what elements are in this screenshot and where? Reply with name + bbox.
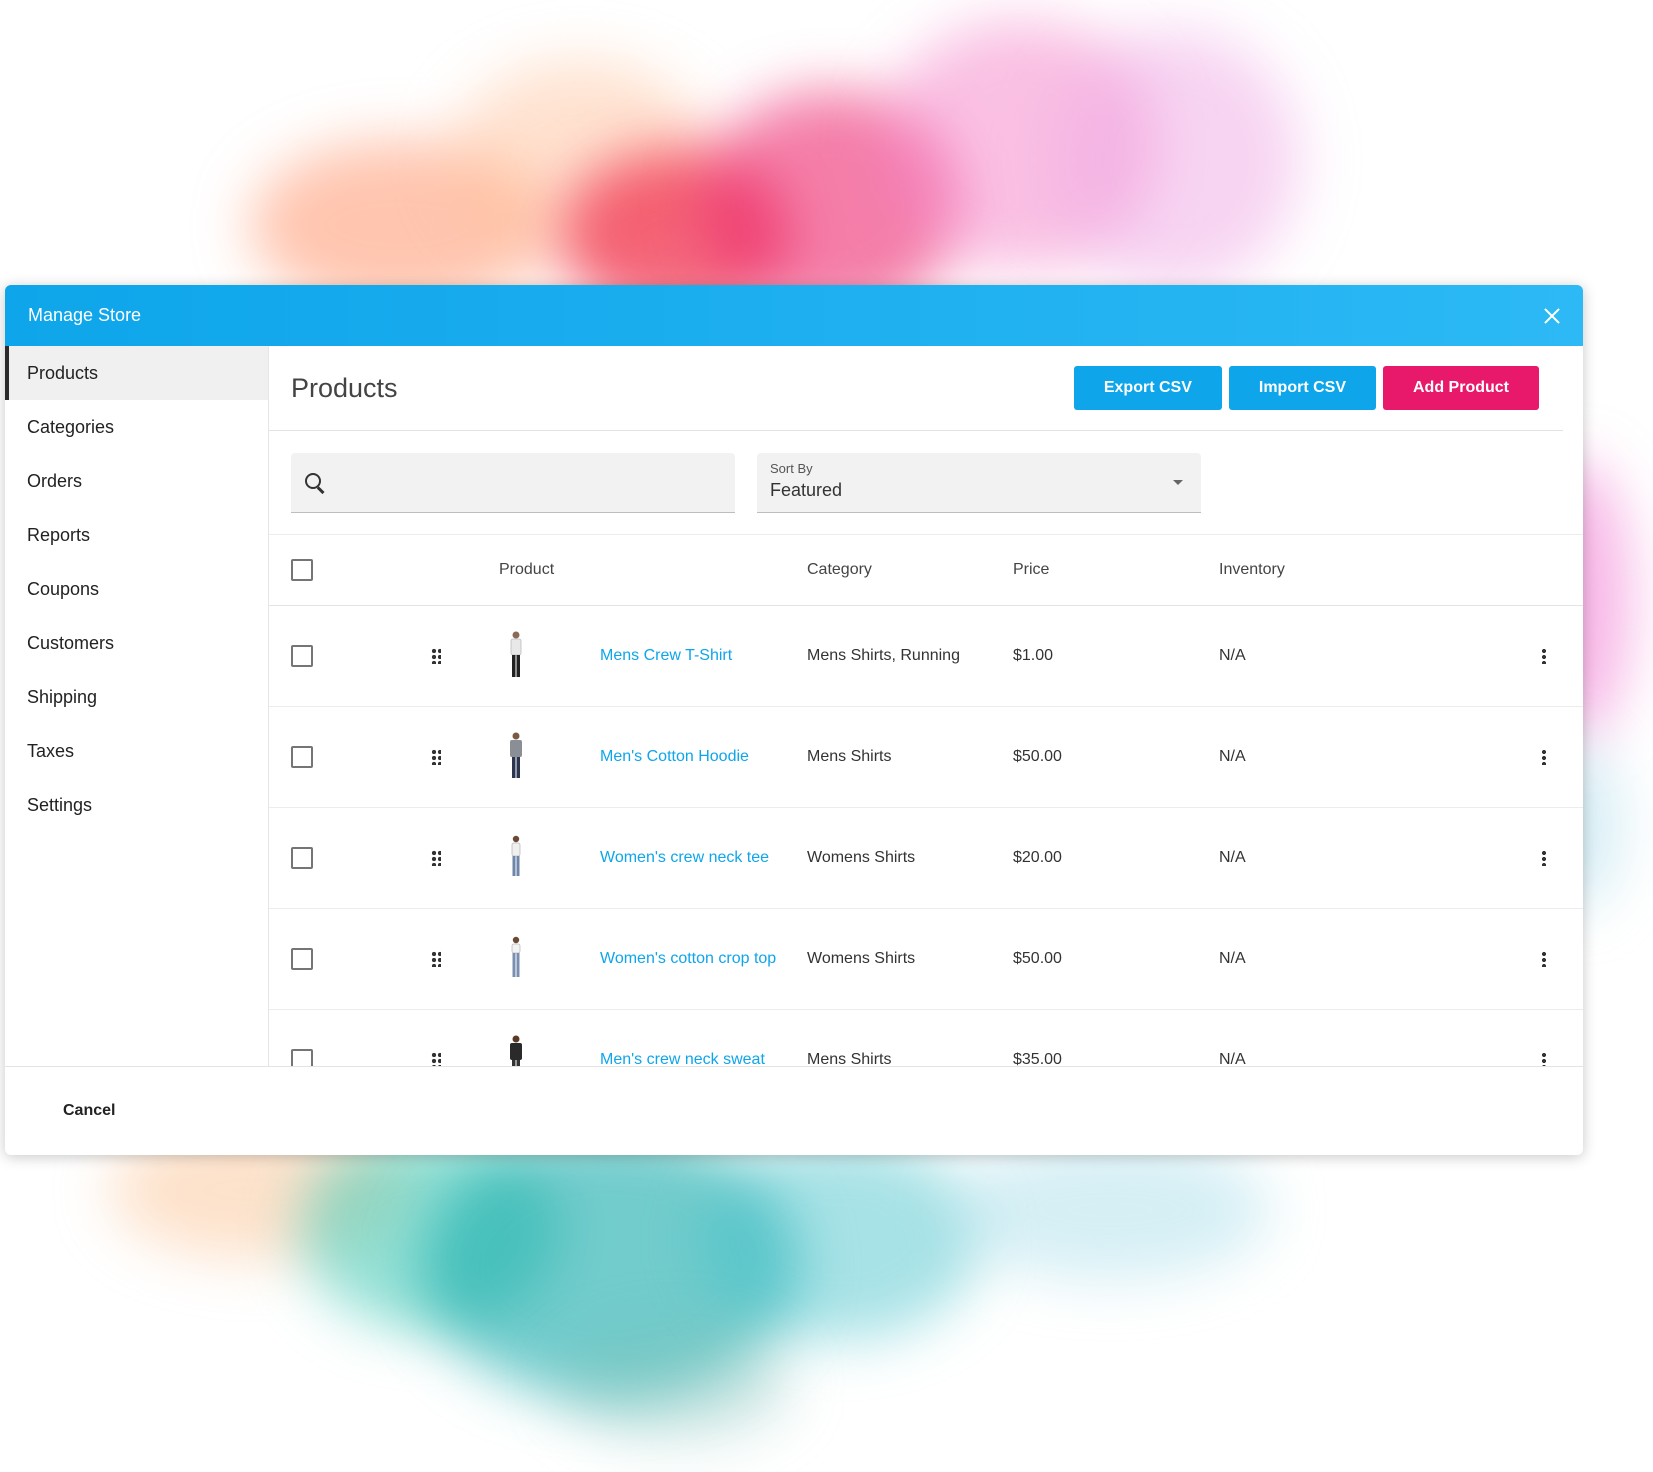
product-price: $35.00 — [1013, 1051, 1062, 1067]
product-inventory: N/A — [1219, 950, 1246, 967]
sidebar-item-taxes[interactable]: Taxes — [5, 724, 268, 778]
drag-handle-icon[interactable] — [431, 850, 441, 866]
product-name-link[interactable]: Men's crew neck sweat — [600, 1051, 765, 1067]
panel-header: Products Export CSV Import CSV Add Produ… — [269, 346, 1563, 431]
product-price: $1.00 — [1013, 647, 1054, 664]
add-product-button[interactable]: Add Product — [1383, 366, 1539, 410]
sidebar-item-products[interactable]: Products — [5, 346, 268, 400]
product-category: Mens Shirts — [807, 748, 892, 765]
sidebar-item-categories[interactable]: Categories — [5, 400, 268, 454]
product-name-link[interactable]: Women's cotton crop top — [600, 950, 776, 968]
sidebar-item-orders[interactable]: Orders — [5, 454, 268, 508]
table-header-row: Product Category Price Inventory — [269, 534, 1583, 606]
cancel-button[interactable]: Cancel — [63, 1102, 115, 1120]
more-vertical-icon[interactable] — [1542, 850, 1546, 866]
drag-handle-icon[interactable] — [431, 648, 441, 664]
more-vertical-icon[interactable] — [1542, 951, 1546, 967]
table-row: Men's Cotton Hoodie Mens Shirts $50.00 N… — [269, 707, 1583, 808]
close-icon[interactable] — [1541, 305, 1563, 327]
product-thumbnail — [511, 835, 521, 876]
row-checkbox[interactable] — [291, 1049, 313, 1067]
sort-by-value: Featured — [770, 480, 843, 500]
product-price: $20.00 — [1013, 849, 1062, 866]
export-csv-button[interactable]: Export CSV — [1073, 366, 1222, 410]
column-header-product: Product — [499, 561, 555, 578]
product-thumbnail — [510, 1035, 522, 1067]
drag-handle-icon[interactable] — [431, 951, 441, 967]
product-inventory: N/A — [1219, 647, 1246, 664]
table-row: Men's crew neck sweat Mens Shirts $35.00… — [269, 1010, 1583, 1067]
caret-down-icon — [1173, 480, 1183, 485]
product-name-link[interactable]: Women's crew neck tee — [600, 849, 769, 867]
product-thumbnail — [511, 936, 521, 977]
more-vertical-icon[interactable] — [1542, 648, 1546, 664]
product-category: Womens Shirts — [807, 849, 916, 866]
dialog-title: Manage Store — [28, 305, 142, 325]
table-row: Mens Crew T-Shirt Mens Shirts, Running $… — [269, 606, 1583, 707]
product-category: Mens Shirts — [807, 1051, 892, 1067]
row-checkbox[interactable] — [291, 746, 313, 768]
select-all-checkbox[interactable] — [291, 559, 313, 581]
product-inventory: N/A — [1219, 849, 1246, 866]
drag-handle-icon[interactable] — [431, 749, 441, 765]
sidebar-item-settings[interactable]: Settings — [5, 778, 268, 832]
column-header-inventory: Inventory — [1219, 561, 1285, 578]
sort-by-label: Sort By — [770, 461, 813, 476]
products-panel: Products Export CSV Import CSV Add Produ… — [269, 346, 1583, 1067]
sidebar-item-shipping[interactable]: Shipping — [5, 670, 268, 724]
product-thumbnail — [510, 631, 522, 677]
search-icon — [305, 472, 325, 493]
sort-by-select[interactable]: Sort By Featured — [757, 453, 1201, 513]
product-name-link[interactable]: Mens Crew T-Shirt — [600, 647, 732, 665]
product-inventory: N/A — [1219, 1051, 1246, 1067]
product-name-link[interactable]: Men's Cotton Hoodie — [600, 748, 749, 766]
sidebar-nav: Products Categories Orders Reports Coupo… — [5, 346, 269, 1067]
manage-store-dialog: Manage Store Products Categories Orders … — [5, 285, 1583, 1155]
product-thumbnail — [510, 732, 522, 778]
row-checkbox[interactable] — [291, 847, 313, 869]
sidebar-item-coupons[interactable]: Coupons — [5, 562, 268, 616]
dialog-footer: Cancel — [5, 1066, 1583, 1155]
product-category: Womens Shirts — [807, 950, 916, 967]
product-inventory: N/A — [1219, 748, 1246, 765]
row-checkbox[interactable] — [291, 645, 313, 667]
search-input[interactable] — [335, 472, 735, 493]
sidebar-item-customers[interactable]: Customers — [5, 616, 268, 670]
sidebar-item-reports[interactable]: Reports — [5, 508, 268, 562]
dialog-titlebar: Manage Store — [5, 285, 1583, 346]
more-vertical-icon[interactable] — [1542, 1052, 1546, 1067]
more-vertical-icon[interactable] — [1542, 749, 1546, 765]
drag-handle-icon[interactable] — [431, 1052, 441, 1067]
products-table: Product Category Price Inventory Mens Cr… — [269, 534, 1583, 1067]
table-row: Women's cotton crop top Womens Shirts $5… — [269, 909, 1583, 1010]
page-title: Products — [291, 372, 398, 403]
filters-bar: Sort By Featured — [269, 431, 1583, 513]
search-box[interactable] — [291, 453, 735, 513]
import-csv-button[interactable]: Import CSV — [1228, 366, 1376, 410]
product-price: $50.00 — [1013, 748, 1062, 765]
product-category: Mens Shirts, Running — [807, 647, 960, 664]
column-header-category: Category — [807, 561, 872, 578]
table-row: Women's crew neck tee Womens Shirts $20.… — [269, 808, 1583, 909]
product-price: $50.00 — [1013, 950, 1062, 967]
row-checkbox[interactable] — [291, 948, 313, 970]
column-header-price: Price — [1013, 561, 1050, 578]
